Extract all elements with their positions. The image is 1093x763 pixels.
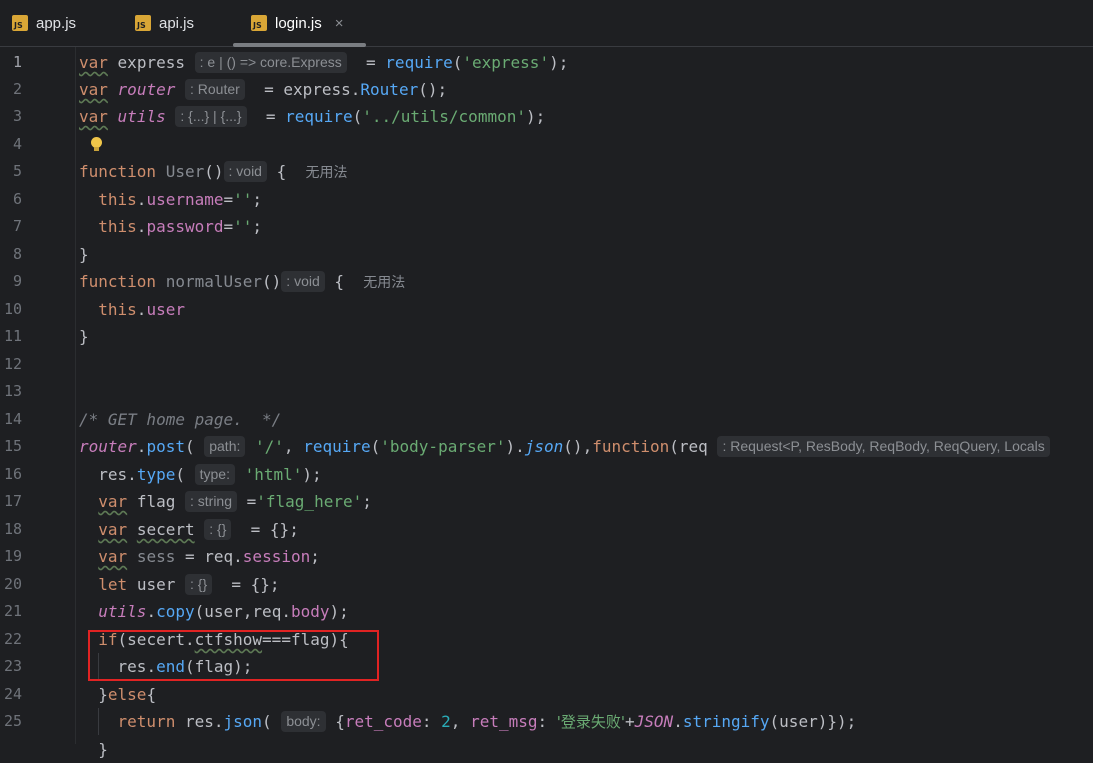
code-line: 7 this.password=''; xyxy=(0,213,1093,240)
code-line: 9 function normalUser(): void { 无用法 xyxy=(0,268,1093,295)
editor-tab-bar: JS app.js JS api.js JS login.js × xyxy=(0,0,1093,47)
line-number: 7 xyxy=(12,217,22,235)
inlay-type-hint: : {} xyxy=(184,574,213,595)
code-line: } xyxy=(79,740,108,759)
code-line: 24 }else{ xyxy=(0,681,1093,708)
code-line: 5 function User(): void { 无用法 xyxy=(0,158,1093,185)
code-line: 8 } xyxy=(0,241,1093,268)
line-number: 1 xyxy=(12,53,22,71)
code-line: 11 } xyxy=(0,323,1093,350)
line-number: 3 xyxy=(12,107,22,125)
line-number: 15 xyxy=(3,437,22,455)
inlay-type-hint: : string xyxy=(184,491,237,512)
usage-hint[interactable]: 无用法 xyxy=(306,165,348,181)
inlay-type-hint: : {...} | {...} xyxy=(175,106,247,127)
line-number: 10 xyxy=(3,300,22,318)
line-number: 5 xyxy=(12,162,22,180)
line-number: 11 xyxy=(3,327,22,345)
code-line: 2 var router : Router = express.Router()… xyxy=(0,76,1093,103)
tab-label: app.js xyxy=(36,14,77,32)
line-number: 9 xyxy=(12,272,22,290)
highlight-annotation-box xyxy=(88,630,379,681)
line-number: 21 xyxy=(3,602,22,620)
tab-login-js[interactable]: JS login.js × xyxy=(251,0,343,46)
code-comment: /* GET home page. */ xyxy=(79,410,282,429)
code-line: 20 let user : {} = {}; xyxy=(0,571,1093,598)
inlay-type-hint: : Router xyxy=(184,79,245,100)
line-number: 17 xyxy=(3,492,22,510)
code-line: 17 var flag : string ='flag_here'; xyxy=(0,488,1093,515)
usage-hint[interactable]: 无用法 xyxy=(363,275,405,291)
line-number: 19 xyxy=(3,547,22,565)
tab-api-js[interactable]: JS api.js xyxy=(135,0,194,46)
line-number: 18 xyxy=(3,520,22,538)
indent-guide xyxy=(98,708,99,735)
js-file-icon: JS xyxy=(135,15,151,31)
code-line: 25 return res.json( body: {ret_code: 2, … xyxy=(0,708,1093,735)
tab-app-js[interactable]: JS app.js xyxy=(12,0,76,46)
tab-label: login.js xyxy=(275,14,322,32)
line-number: 4 xyxy=(12,135,22,153)
line-number: 25 xyxy=(3,712,22,730)
inlay-type-hint: : {} xyxy=(204,519,232,540)
inlay-type-hint: : void xyxy=(223,161,267,182)
inlay-param-hint: path: xyxy=(204,436,246,457)
code-line: 6 this.username=''; xyxy=(0,186,1093,213)
js-file-icon: JS xyxy=(251,15,267,31)
code-line: 4 xyxy=(0,131,1093,158)
line-number: 12 xyxy=(3,355,22,373)
line-number: 20 xyxy=(3,575,22,593)
code-line: 14 /* GET home page. */ xyxy=(0,406,1093,433)
code-line: 10 this.user xyxy=(0,296,1093,323)
code-line: 13 xyxy=(0,378,1093,405)
line-number: 24 xyxy=(3,685,22,703)
tab-label: api.js xyxy=(159,14,195,32)
code-line: 1 var express : e | () => core.Express =… xyxy=(0,49,1093,76)
close-icon[interactable]: × xyxy=(335,15,344,32)
inlay-param-hint: type: xyxy=(194,464,235,485)
code-line: 16 res.type( type: 'html'); xyxy=(0,461,1093,488)
code-line: 19 var sess = req.session; xyxy=(0,543,1093,570)
line-number: 22 xyxy=(3,630,22,648)
line-number: 2 xyxy=(12,80,22,98)
line-number: 14 xyxy=(3,410,22,428)
line-number: 23 xyxy=(3,657,22,675)
code-editor[interactable]: 1 var express : e | () => core.Express =… xyxy=(0,47,1093,759)
code-line: 18 var secert : {} = {}; xyxy=(0,516,1093,543)
inlay-type-hint: : Request<P, ResBody, ReqBody, ReqQuery,… xyxy=(717,436,1050,457)
inlay-type-hint: : void xyxy=(281,271,325,292)
line-number: 6 xyxy=(12,190,22,208)
line-number: 16 xyxy=(3,465,22,483)
code-line: 3 var utils : {...} | {...} = require('.… xyxy=(0,103,1093,130)
code-line: 21 utils.copy(user,req.body); xyxy=(0,598,1093,625)
inlay-type-hint: : e | () => core.Express xyxy=(194,52,347,73)
line-number: 8 xyxy=(12,245,22,263)
code-line: 15 router.post( path: '/', require('body… xyxy=(0,433,1093,460)
code-line: 12 xyxy=(0,351,1093,378)
inlay-param-hint: body: xyxy=(281,711,326,732)
line-number: 13 xyxy=(3,382,22,400)
js-file-icon: JS xyxy=(12,15,28,31)
